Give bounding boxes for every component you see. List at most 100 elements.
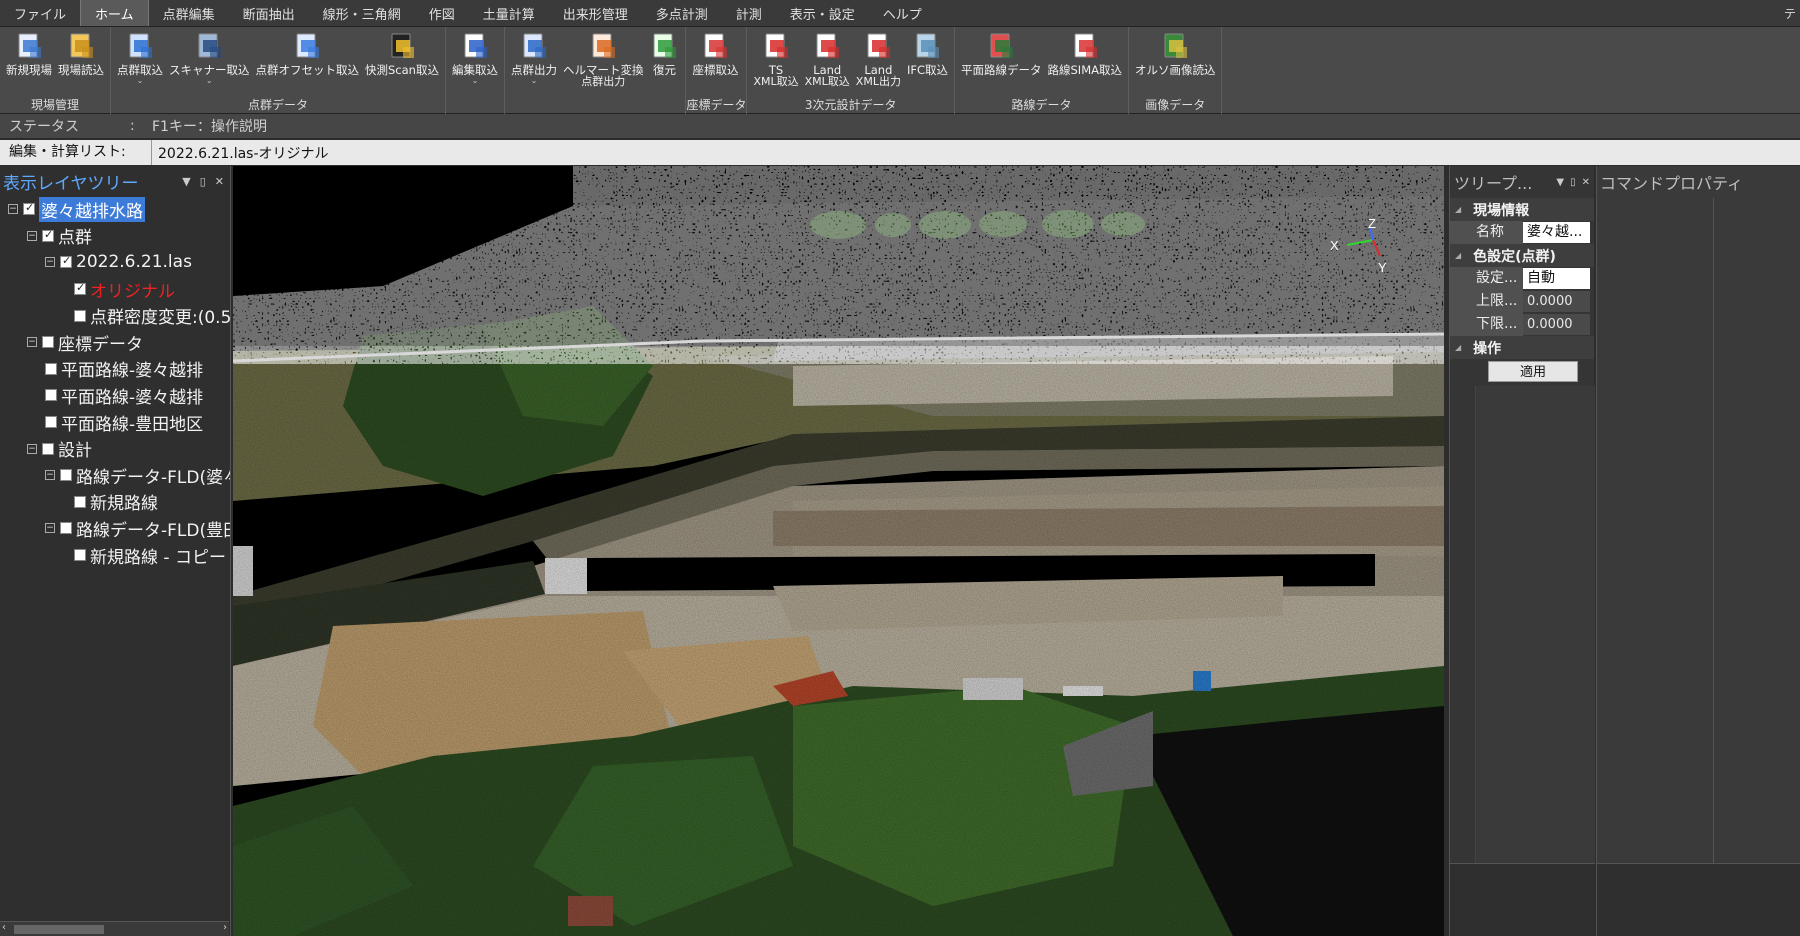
tree-node[interactable]: − 婆々越排水路 <box>0 196 230 223</box>
pointcloud-viewport[interactable]: X Z Y <box>233 166 1444 936</box>
edit-import-button[interactable]: 編集取込 ⌄ <box>449 31 501 85</box>
landxml-export-button[interactable]: Land XML出力 <box>853 31 904 88</box>
edit-list-value[interactable]: 2022.6.21.las-オリジナル <box>152 143 329 163</box>
folder-open-button[interactable]: 現場読込 <box>55 31 107 76</box>
menu-item-8[interactable]: 多点計測 <box>642 0 722 26</box>
kaisoku-scan-button[interactable]: 快測Scan取込 <box>362 31 442 76</box>
tree-node-label[interactable]: 点群密度変更:(0.5 <box>90 303 230 328</box>
tree-node[interactable]: オリジナル <box>0 276 230 303</box>
tree-node-label[interactable]: 平面路線-婆々越排 <box>61 383 203 408</box>
collapse-icon[interactable]: − <box>27 230 37 241</box>
restore-button[interactable]: 復元 <box>646 31 682 76</box>
tree-node-label[interactable]: 2022.6.21.las <box>76 252 192 272</box>
dropdown-icon[interactable]: ▼ <box>1556 177 1564 188</box>
tree-node[interactable]: 新規路線 - コピー <box>0 542 230 569</box>
tree-node-label[interactable]: オリジナル <box>90 277 175 302</box>
collapse-icon[interactable]: − <box>45 257 55 268</box>
menu-item-9[interactable]: 計測 <box>722 0 776 26</box>
landxml-import-button[interactable]: Land XML取込 <box>802 31 853 88</box>
layer-visibility-checkbox[interactable] <box>74 549 86 562</box>
menu-item-10[interactable]: 表示・設定 <box>776 0 869 26</box>
tree-node-label[interactable]: 平面路線-豊田地区 <box>61 410 203 435</box>
property-value[interactable]: 0.0000 <box>1523 314 1590 335</box>
collapse-icon[interactable]: − <box>27 337 37 348</box>
property-value[interactable]: 0.0000 <box>1523 291 1590 312</box>
menu-item-6[interactable]: 土量計算 <box>469 0 549 26</box>
dropdown-icon[interactable]: ▼ <box>182 175 190 188</box>
pin-icon[interactable]: ▯ <box>200 175 206 188</box>
layer-visibility-checkbox[interactable] <box>45 389 57 402</box>
apply-button[interactable]: 適用 <box>1488 361 1578 382</box>
tree-node-label[interactable]: 設計 <box>58 436 92 461</box>
tree-node[interactable]: − 座標データ <box>0 329 230 356</box>
layer-visibility-checkbox[interactable] <box>23 201 35 216</box>
tree-node-label[interactable]: 平面路線-婆々越排 <box>61 356 203 381</box>
property-section[interactable]: ◢ 色設定(点群) <box>1450 244 1594 267</box>
layer-visibility-checkbox[interactable] <box>42 336 54 349</box>
new-site-button[interactable]: 新規現場 <box>3 31 55 76</box>
pointcloud-import-button[interactable]: 点群取込 ⌄ <box>114 31 166 85</box>
property-section[interactable]: ◢ 操作 <box>1450 336 1594 359</box>
property-value[interactable]: 自動 <box>1523 268 1590 289</box>
tree-node[interactable]: − 路線データ-FLD(婆々 <box>0 462 230 489</box>
offset-import-button[interactable]: 点群オフセット取込 <box>253 31 363 76</box>
tree-node[interactable]: 平面路線-婆々越排 <box>0 356 230 383</box>
layer-visibility-checkbox[interactable] <box>60 254 72 269</box>
chevron-down-icon[interactable]: ⌄ <box>137 77 144 85</box>
layer-visibility-checkbox[interactable] <box>74 309 86 322</box>
layer-visibility-checkbox[interactable] <box>45 362 57 375</box>
tree-node[interactable]: − 点群 <box>0 223 230 250</box>
scroll-left-icon[interactable]: ‹ <box>2 922 6 933</box>
close-icon[interactable]: ✕ <box>1582 177 1590 188</box>
tree-node[interactable]: − 2022.6.21.las <box>0 249 230 276</box>
menu-item-1[interactable]: ホーム <box>80 0 149 26</box>
collapse-icon[interactable]: − <box>27 443 37 454</box>
tree-node[interactable]: 平面路線-豊田地区 <box>0 409 230 436</box>
menu-item-5[interactable]: 作図 <box>415 0 469 26</box>
scroll-right-icon[interactable]: › <box>223 922 227 933</box>
menu-item-0[interactable]: ファイル <box>0 0 80 26</box>
menu-item-7[interactable]: 出来形管理 <box>549 0 642 26</box>
menu-item-11[interactable]: ヘルプ <box>869 0 936 26</box>
tree-node-label[interactable]: 点群 <box>58 223 92 248</box>
collapse-triangle-icon[interactable]: ◢ <box>1455 205 1461 214</box>
tree-node[interactable]: 点群密度変更:(0.5 <box>0 302 230 329</box>
menu-item-3[interactable]: 断面抽出 <box>229 0 309 26</box>
chevron-down-icon[interactable]: ⌄ <box>531 77 538 85</box>
property-value[interactable]: 婆々越... <box>1523 222 1590 243</box>
collapse-icon[interactable]: − <box>45 470 55 481</box>
sima-import-button[interactable]: 路線SIMA取込 <box>1045 31 1125 76</box>
ortho-image-button[interactable]: オルソ画像読込 <box>1132 31 1219 76</box>
pointcloud-render[interactable]: X Z Y <box>233 166 1444 936</box>
tree-node-label[interactable]: 婆々越排水路 <box>39 196 145 222</box>
tree-node-label[interactable]: 新規路線 - コピー <box>90 543 226 568</box>
layer-visibility-checkbox[interactable] <box>74 495 86 508</box>
property-section[interactable]: ◢ 現場情報 <box>1450 198 1594 221</box>
layer-visibility-checkbox[interactable] <box>45 416 57 429</box>
collapse-triangle-icon[interactable]: ◢ <box>1455 251 1461 260</box>
layer-visibility-checkbox[interactable] <box>60 522 72 535</box>
menu-item-2[interactable]: 点群編集 <box>149 0 229 26</box>
tree-node-label[interactable]: 新規路線 <box>90 489 158 514</box>
tree-node[interactable]: − 設計 <box>0 435 230 462</box>
menu-item-4[interactable]: 線形・三角網 <box>309 0 415 26</box>
tree-node[interactable]: 新規路線 <box>0 489 230 516</box>
collapse-icon[interactable]: − <box>8 204 18 215</box>
horizontal-scrollbar[interactable]: ‹ › <box>0 921 229 936</box>
layer-visibility-checkbox[interactable] <box>42 442 54 455</box>
layer-visibility-checkbox[interactable] <box>74 281 86 296</box>
plan-route-button[interactable]: 平面路線データ <box>958 31 1045 76</box>
tree-node-label[interactable]: 座標データ <box>58 330 143 355</box>
close-icon[interactable]: ✕ <box>215 175 224 188</box>
tree-node-label[interactable]: 路線データ-FLD(婆々 <box>76 463 230 488</box>
layer-visibility-checkbox[interactable] <box>60 469 72 482</box>
chevron-down-icon[interactable]: ⌄ <box>206 77 213 85</box>
layer-visibility-checkbox[interactable] <box>42 228 54 242</box>
ifc-import-button[interactable]: IFC取込 <box>904 31 951 76</box>
helmert-button[interactable]: ヘルマート変換 点群出力 <box>560 31 647 88</box>
tree-node-label[interactable]: 路線データ-FLD(豊田 <box>76 516 230 541</box>
tree-node[interactable]: 平面路線-婆々越排 <box>0 382 230 409</box>
tree-node[interactable]: − 路線データ-FLD(豊田 <box>0 515 230 542</box>
ts-xml-button[interactable]: TS XML取込 <box>750 31 801 88</box>
coordinate-import-button[interactable]: 座標取込 <box>689 31 741 76</box>
